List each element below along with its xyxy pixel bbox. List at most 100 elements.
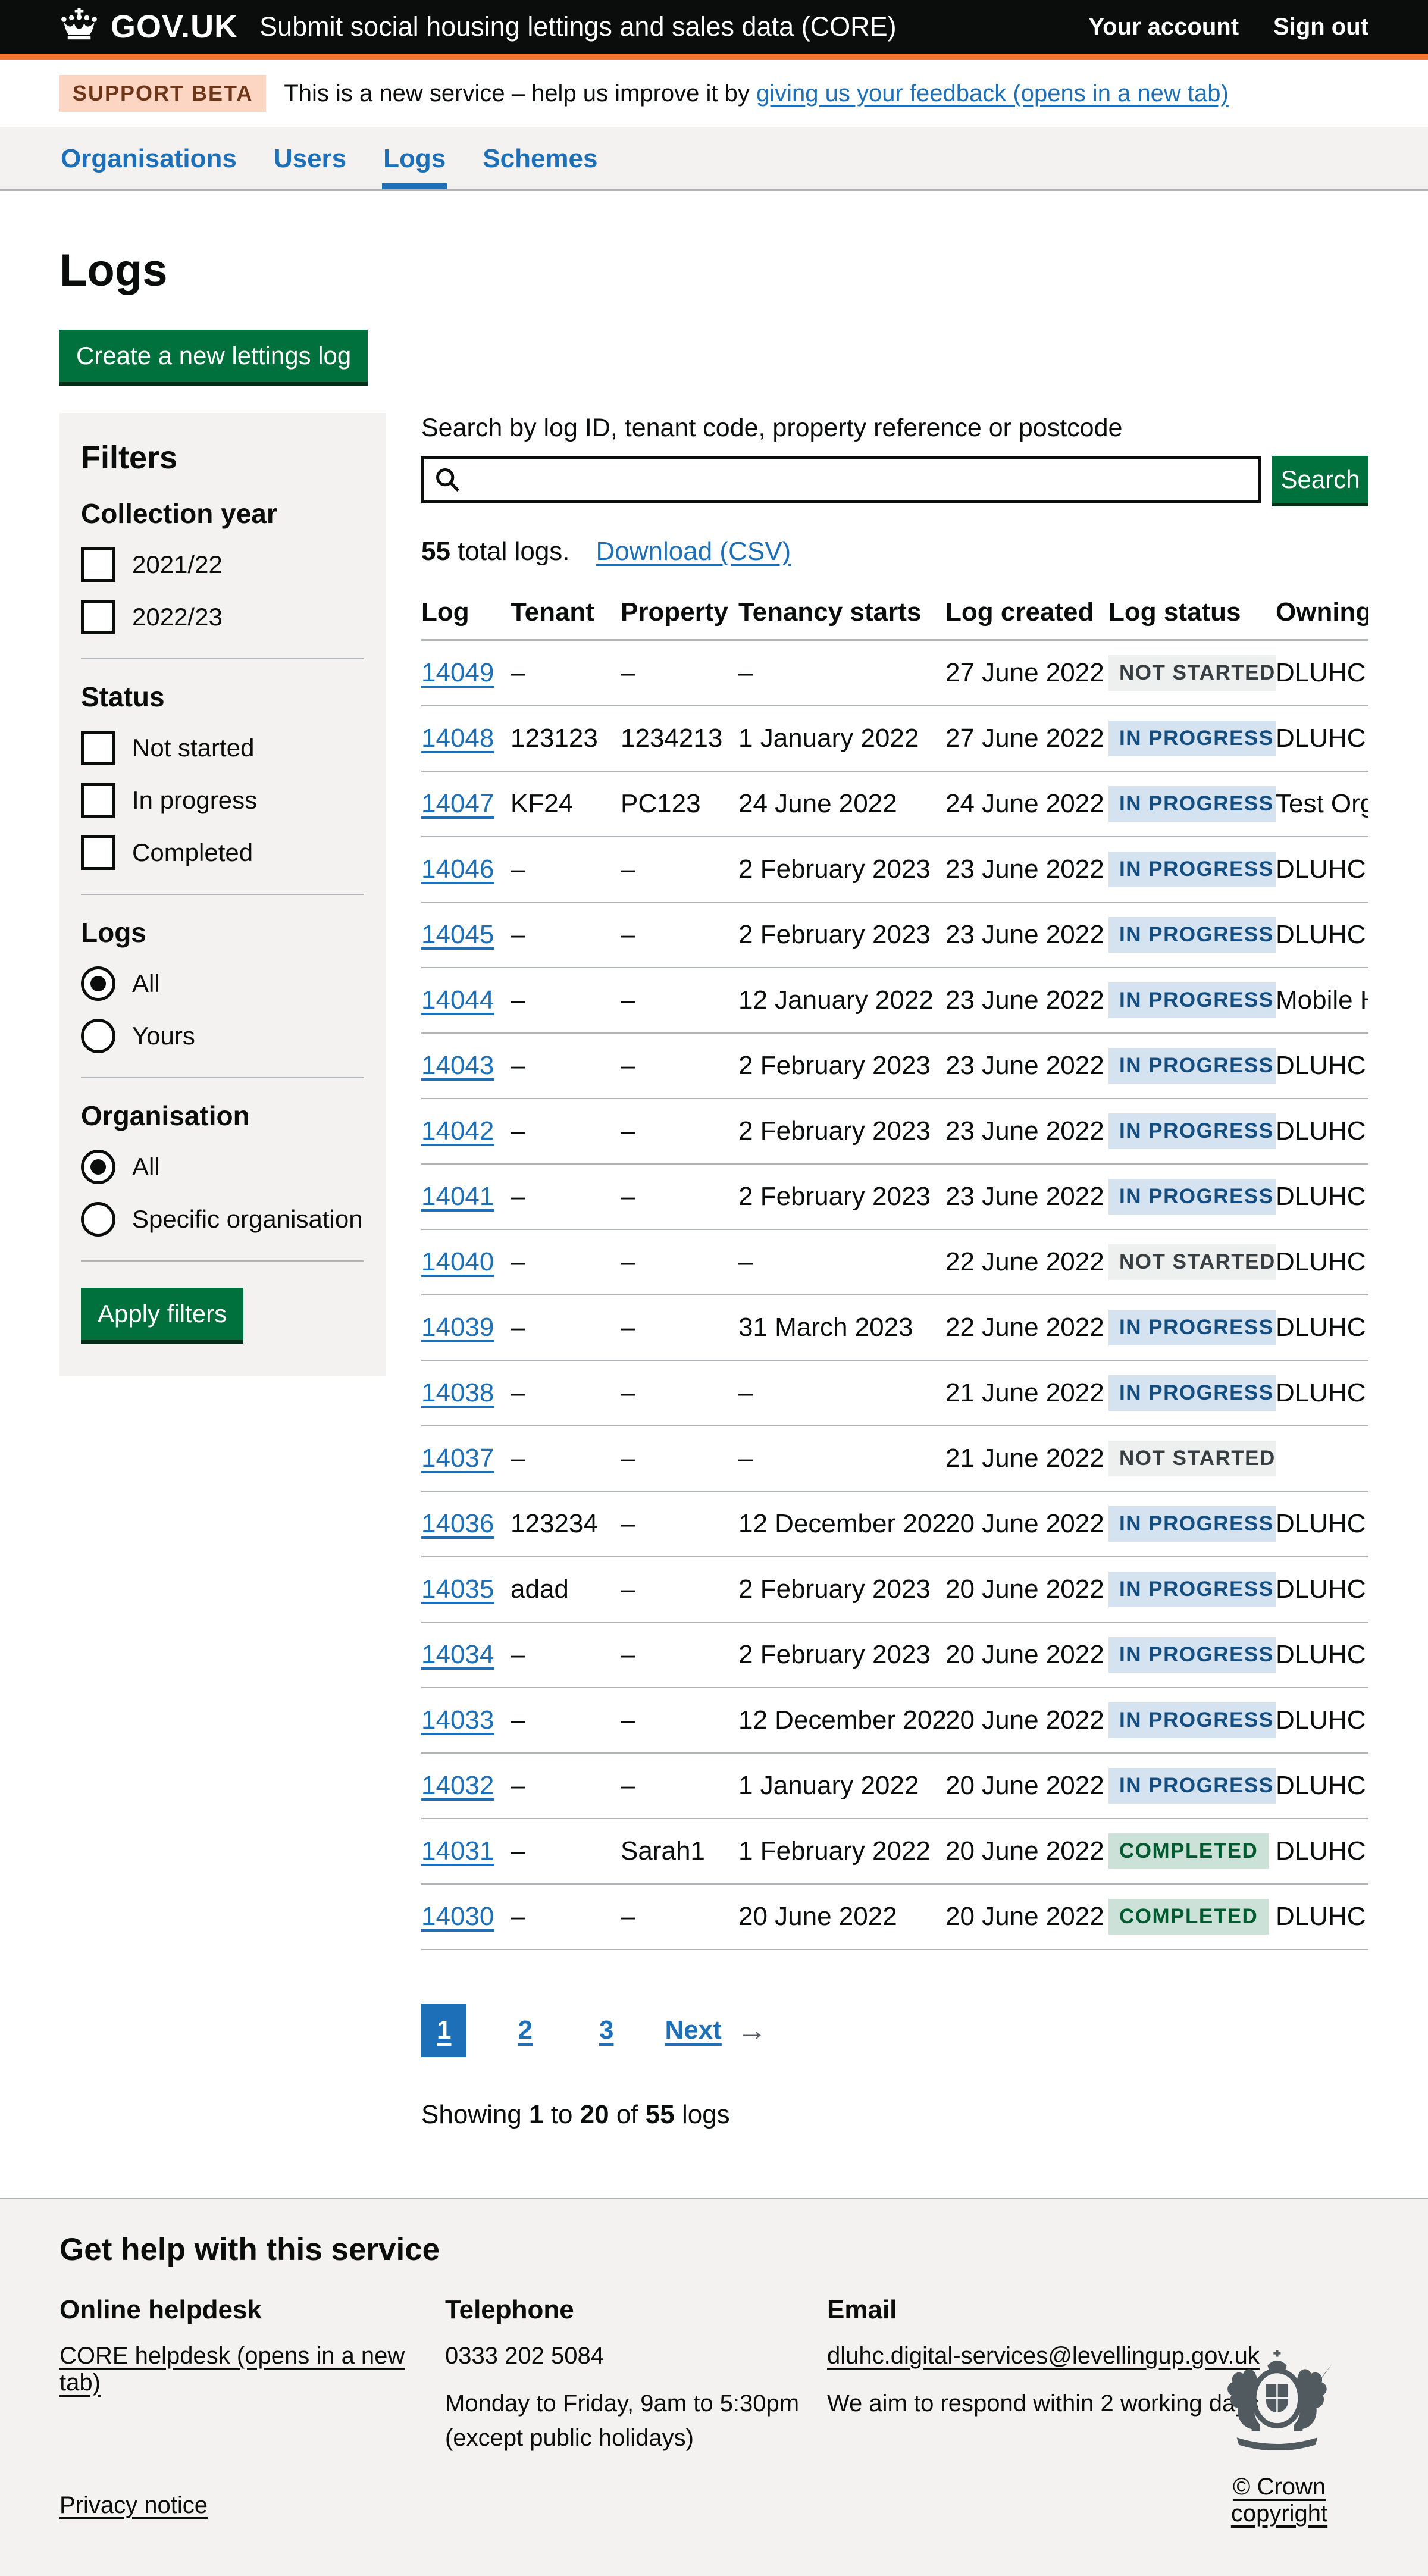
showing-text: logs <box>675 2100 730 2129</box>
log-link-14031[interactable]: 14031 <box>421 1836 494 1866</box>
log-created-date: 21 June 2022 <box>945 1426 1108 1491</box>
tenant-code: – <box>511 1622 621 1688</box>
checkbox-2022-23[interactable] <box>81 600 115 634</box>
service-name-link[interactable]: Submit social housing lettings and sales… <box>259 11 897 42</box>
log-created-date: 20 June 2022 <box>945 1818 1108 1884</box>
table-row: 14036123234–12 December 202120 June 2022… <box>421 1491 1368 1557</box>
log-link-14032[interactable]: 14032 <box>421 1771 494 1800</box>
govuk-logotype[interactable]: GOV.UK <box>111 8 238 45</box>
log-link-14040[interactable]: 14040 <box>421 1247 494 1276</box>
privacy-notice-link[interactable]: Privacy notice <box>60 2492 208 2518</box>
tenant-code: 123234 <box>511 1491 621 1557</box>
search-button[interactable]: Search <box>1272 456 1368 503</box>
property-reference: – <box>621 1033 738 1098</box>
radio-yours[interactable] <box>81 1019 115 1053</box>
log-link-14039[interactable]: 14039 <box>421 1313 494 1342</box>
column-header-tenant: Tenant <box>511 587 621 640</box>
total-logs-text: total logs. <box>450 537 570 566</box>
showing-summary: Showing 1 to 20 of 55 logs <box>421 2100 1368 2130</box>
radio-specific-organisation[interactable] <box>81 1202 115 1237</box>
pagination-page-2[interactable]: 2 <box>502 2004 547 2057</box>
tenant-code: adad <box>511 1557 621 1622</box>
search-input[interactable] <box>468 465 1249 494</box>
log-link-14044[interactable]: 14044 <box>421 985 494 1015</box>
table-row: 14041––2 February 202323 June 2022IN PRO… <box>421 1164 1368 1229</box>
nav-tab-users[interactable]: Users <box>273 127 347 189</box>
log-created-date: 20 June 2022 <box>945 1688 1108 1753</box>
log-link-14049[interactable]: 14049 <box>421 658 494 687</box>
log-link-14034[interactable]: 14034 <box>421 1640 494 1669</box>
pagination-page-3[interactable]: 3 <box>584 2004 629 2057</box>
log-link-14033[interactable]: 14033 <box>421 1705 494 1735</box>
checkbox-completed[interactable] <box>81 835 115 870</box>
log-link-14035[interactable]: 14035 <box>421 1575 494 1604</box>
tenancy-start-date: 31 March 2023 <box>738 1295 945 1360</box>
filter-option-yours[interactable]: Yours <box>81 1019 364 1053</box>
sign-out-link[interactable]: Sign out <box>1273 14 1368 40</box>
search-field[interactable] <box>421 456 1261 503</box>
filter-option-2022-23[interactable]: 2022/23 <box>81 600 364 634</box>
table-row: 14031–Sarah11 February 202220 June 2022C… <box>421 1818 1368 1884</box>
nav-tab-organisations[interactable]: Organisations <box>60 127 238 189</box>
log-created-date: 22 June 2022 <box>945 1229 1108 1295</box>
filter-option-not-started[interactable]: Not started <box>81 731 364 765</box>
tenancy-start-date: 2 February 2023 <box>738 902 945 968</box>
nav-tab-logs[interactable]: Logs <box>382 127 447 189</box>
property-reference: Sarah1 <box>621 1818 738 1884</box>
filter-option-label: 2022/23 <box>132 603 223 631</box>
log-link-14030[interactable]: 14030 <box>421 1902 494 1931</box>
radio-all[interactable] <box>81 966 115 1001</box>
checkbox-in-progress[interactable] <box>81 783 115 818</box>
owning-organisation: DLUHC <box>1276 706 1368 771</box>
apply-filters-button[interactable]: Apply filters <box>81 1288 243 1340</box>
filter-option-2021-22[interactable]: 2021/22 <box>81 547 364 582</box>
log-created-date: 20 June 2022 <box>945 1491 1108 1557</box>
create-lettings-log-button[interactable]: Create a new lettings log <box>60 330 368 382</box>
log-link-14046[interactable]: 14046 <box>421 855 494 884</box>
crown-copyright-link[interactable]: © Crown copyright <box>1190 2474 1368 2527</box>
log-link-14047[interactable]: 14047 <box>421 789 494 818</box>
filter-option-label: Specific organisation <box>132 1205 363 1234</box>
your-account-link[interactable]: Your account <box>1088 14 1239 40</box>
tenant-code: – <box>511 1164 621 1229</box>
helpdesk-title: Online helpdesk <box>60 2295 445 2325</box>
pagination-page-1[interactable]: 1 <box>421 2004 466 2057</box>
filter-option-completed[interactable]: Completed <box>81 835 364 870</box>
phase-banner: SUPPORT BETA This is a new service – hel… <box>0 60 1428 127</box>
tenant-code: – <box>511 1033 621 1098</box>
checkbox-2021-22[interactable] <box>81 547 115 582</box>
download-csv-link[interactable]: Download (CSV) <box>596 537 791 566</box>
feedback-link[interactable]: giving us your feedback (opens in a new … <box>756 80 1229 107</box>
search-label: Search by log ID, tenant code, property … <box>421 414 1122 442</box>
filter-option-all[interactable]: All <box>81 1150 364 1184</box>
filter-option-in-progress[interactable]: In progress <box>81 783 364 818</box>
log-link-14041[interactable]: 14041 <box>421 1182 494 1211</box>
tenant-code: – <box>511 640 621 706</box>
property-reference: – <box>621 1098 738 1164</box>
table-row: 14040–––22 June 2022NOT STARTEDDLUHC <box>421 1229 1368 1295</box>
log-created-date: 27 June 2022 <box>945 640 1108 706</box>
log-created-date: 23 June 2022 <box>945 1033 1108 1098</box>
filter-option-specific-organisation[interactable]: Specific organisation <box>81 1202 364 1237</box>
log-link-14038[interactable]: 14038 <box>421 1378 494 1407</box>
tenant-code: 123123 <box>511 706 621 771</box>
tenant-code: – <box>511 1098 621 1164</box>
tenancy-start-date: 20 June 2022 <box>738 1884 945 1949</box>
owning-organisation: DLUHC <box>1276 1229 1368 1295</box>
owning-organisation: DLUHC Tes <box>1276 1688 1368 1753</box>
filter-option-all[interactable]: All <box>81 966 364 1001</box>
owning-organisation: DLUHC Tes <box>1276 1295 1368 1360</box>
log-link-14037[interactable]: 14037 <box>421 1444 494 1473</box>
nav-tab-schemes[interactable]: Schemes <box>481 127 599 189</box>
log-link-14042[interactable]: 14042 <box>421 1116 494 1145</box>
radio-all[interactable] <box>81 1150 115 1184</box>
log-link-14036[interactable]: 14036 <box>421 1509 494 1538</box>
checkbox-not-started[interactable] <box>81 731 115 765</box>
log-link-14048[interactable]: 14048 <box>421 724 494 753</box>
pagination-next-link[interactable]: Next <box>665 2015 721 2045</box>
divider <box>81 1077 364 1078</box>
core-helpdesk-link[interactable]: CORE helpdesk (opens in a new tab) <box>60 2343 405 2396</box>
log-link-14043[interactable]: 14043 <box>421 1051 494 1080</box>
status-tag: IN PROGRESS <box>1108 786 1276 822</box>
log-link-14045[interactable]: 14045 <box>421 920 494 949</box>
